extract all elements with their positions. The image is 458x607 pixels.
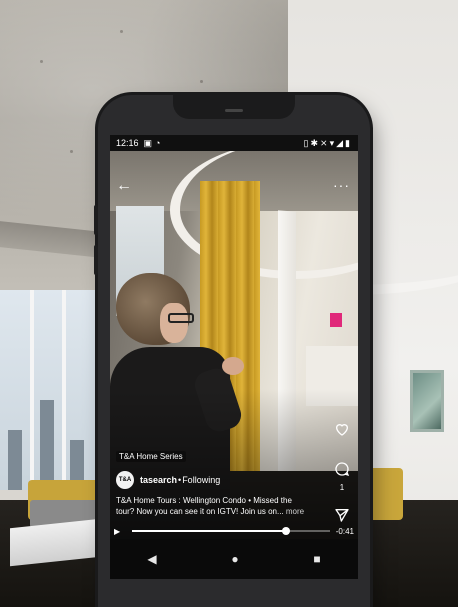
status-bar: 12:16 ▣ ◔ ▯✱⨯▾◢▮ — [110, 135, 358, 151]
phone-chin — [110, 579, 358, 601]
bluetooth-icon: ✱ — [310, 137, 321, 148]
messenger-notification-icon: ◔ — [155, 138, 161, 148]
phone-screen: 12:16 ▣ ◔ ▯✱⨯▾◢▮ ← ··· T&A Home Series T… — [110, 135, 358, 601]
remaining-time: -0:41 — [335, 526, 354, 536]
play-icon[interactable]: ▶ — [114, 527, 126, 536]
comment-icon — [335, 462, 350, 477]
back-arrow-icon[interactable]: ← — [116, 177, 132, 195]
phone-speaker — [225, 109, 243, 112]
volume-button — [94, 245, 98, 275]
heart-icon — [335, 424, 349, 436]
status-time: 12:16 — [116, 138, 139, 148]
caption-more-link[interactable]: more — [284, 507, 304, 516]
video-curved-soffit — [170, 151, 358, 279]
volume-button — [94, 205, 98, 235]
video-player[interactable]: ← ··· T&A Home Series T&A tasearch • Fol… — [110, 151, 358, 539]
progress-scrubber[interactable] — [282, 527, 291, 535]
presenter-hand — [222, 357, 244, 375]
comment-button[interactable]: 1 — [334, 461, 350, 492]
city-window — [0, 290, 101, 490]
signal-icon: ◢ — [336, 137, 346, 148]
phone-notch — [173, 95, 295, 119]
like-button[interactable] — [334, 421, 350, 442]
username-link[interactable]: tasearch — [140, 475, 177, 485]
nav-recents-icon[interactable]: ■ — [313, 552, 320, 566]
vibrate-icon: ▯ — [303, 137, 311, 148]
android-nav-bar: ◀ ● ■ — [110, 539, 358, 579]
send-icon — [335, 509, 349, 522]
follow-status[interactable]: Following — [182, 475, 220, 485]
profile-row: T&A tasearch • Following — [116, 471, 220, 489]
playback-bar[interactable]: ▶ -0:41 — [110, 523, 358, 539]
series-tag[interactable]: T&A Home Series — [116, 451, 186, 462]
wall-painting — [410, 370, 444, 432]
progress-fill — [132, 530, 287, 532]
system-status-icons: ▯✱⨯▾◢▮ — [304, 138, 352, 149]
image-notification-icon: ▣ — [143, 137, 153, 148]
mute-icon: ⨯ — [320, 137, 330, 148]
presenter-face — [160, 303, 188, 343]
pink-accent — [330, 313, 342, 327]
video-caption[interactable]: T&A Home Tours : Wellington Condo • Miss… — [116, 495, 312, 517]
battery-icon: ▮ — [345, 137, 352, 148]
nav-home-icon[interactable]: ● — [231, 552, 238, 566]
comment-count: 1 — [339, 483, 345, 492]
more-options-icon[interactable]: ··· — [333, 177, 350, 193]
avatar[interactable]: T&A — [116, 471, 134, 489]
separator-dot: • — [178, 475, 182, 485]
caption-text: T&A Home Tours : Wellington Condo • Miss… — [116, 496, 292, 516]
nav-back-icon[interactable]: ◀ — [147, 552, 156, 566]
phone-frame: 12:16 ▣ ◔ ▯✱⨯▾◢▮ ← ··· T&A Home Series T… — [94, 95, 370, 607]
presenter-glasses — [168, 313, 194, 323]
progress-track[interactable] — [132, 527, 330, 535]
